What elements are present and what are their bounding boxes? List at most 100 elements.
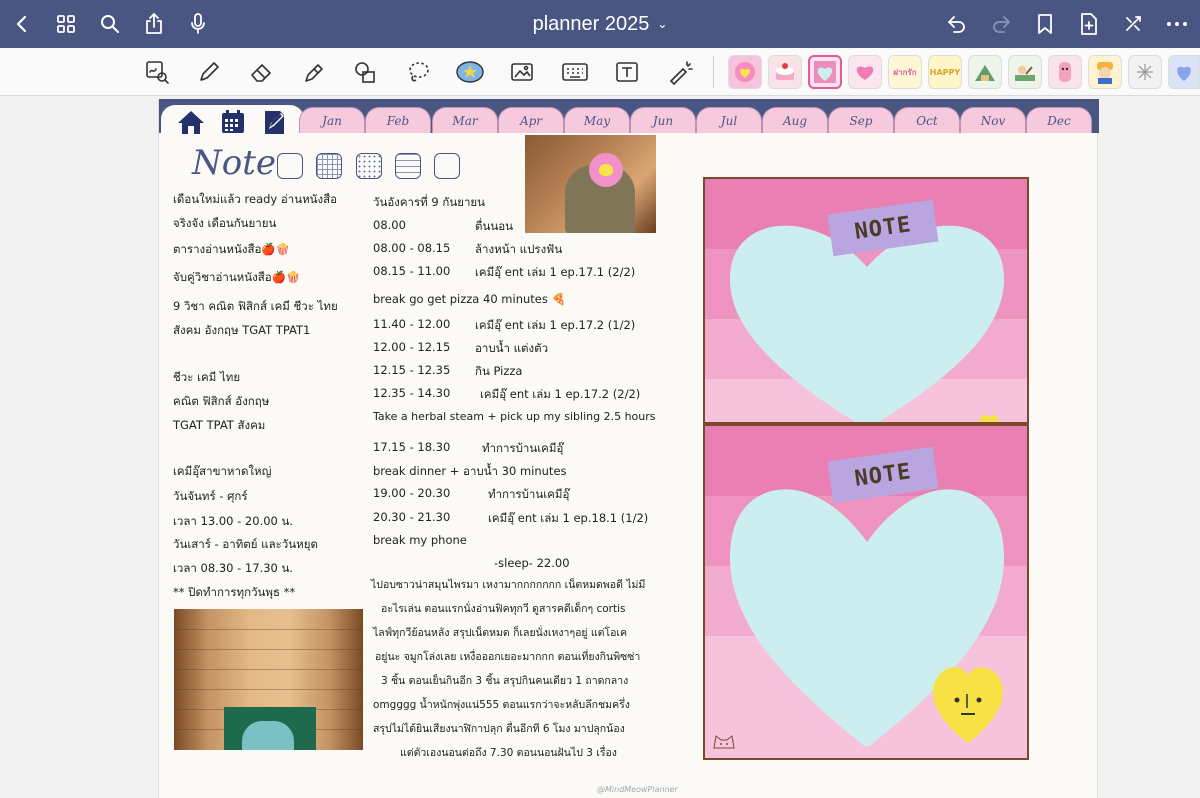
- undo-icon[interactable]: [943, 10, 971, 38]
- schedule-date: วันอังคารที่ 9 กันยายน: [373, 195, 485, 209]
- watermark: @MindMeowPlanner: [597, 785, 678, 794]
- sauna-room-photo[interactable]: [174, 609, 363, 750]
- sleep-time: -sleep- 22.00: [494, 556, 570, 570]
- schedule-time: 08.00 - 08.15: [373, 241, 451, 255]
- shapes-icon[interactable]: [349, 56, 381, 88]
- notebook-icon[interactable]: [261, 108, 289, 136]
- home-icon[interactable]: [177, 108, 205, 136]
- toolbar-separator: [713, 56, 714, 88]
- schedule-activity: ตื่นนอน: [475, 219, 513, 233]
- schedule-activity: อาบน้ำ แต่งตัว: [475, 341, 549, 355]
- sticker-thumb-2[interactable]: [768, 55, 802, 89]
- sauna-selfie-photo[interactable]: [525, 135, 656, 233]
- sticker-thumb-7[interactable]: [968, 55, 1002, 89]
- close-toolbar-icon[interactable]: [1119, 10, 1147, 38]
- template-grid[interactable]: [316, 153, 342, 179]
- drawing-toolbar: ฝากรัก HAPPY: [0, 48, 1200, 96]
- note-card-bottom[interactable]: NOTE: [703, 424, 1029, 760]
- sticker-thumb-3[interactable]: [808, 55, 842, 89]
- schedule-activity: กิน Pizza: [475, 364, 523, 378]
- schedule-time: 08.15 - 11.00: [373, 264, 451, 278]
- schedule-activity: เคมีอุ๊ ent เล่ม 1 ep.17.2 (1/2): [475, 318, 636, 332]
- add-page-icon[interactable]: [1075, 10, 1103, 38]
- tab-aug[interactable]: Aug: [762, 107, 828, 133]
- schedule-activity: ทำการบ้านเคมีอุ๊: [488, 487, 570, 501]
- tab-may[interactable]: May: [564, 107, 630, 133]
- left-note-line: เวลา 08.30 - 17.30 น.: [173, 561, 294, 575]
- eraser-icon[interactable]: [245, 56, 277, 88]
- schedule-activity: break dinner + อาบน้ำ 30 minutes: [373, 464, 567, 478]
- document-title[interactable]: planner 2025 ⌄: [0, 0, 1200, 48]
- left-note-line: TGAT TPAT สังคม: [173, 418, 266, 432]
- diary-line: แต่ตัวเองนอนต่อถึง 7.30 ตอนนอนฝันไป 3 เร…: [400, 747, 617, 759]
- template-blank[interactable]: [277, 153, 303, 179]
- schedule-time: 12.15 - 12.35: [373, 363, 451, 377]
- template-dotted[interactable]: [356, 153, 382, 179]
- tab-sep[interactable]: Sep: [828, 107, 894, 133]
- left-note-line: ** ปิดทำการทุกวันพุธ **: [173, 585, 296, 599]
- zoom-window-icon[interactable]: [141, 56, 173, 88]
- schedule-activity: ล้างหน้า แปรงฟัน: [475, 242, 563, 256]
- tab-mar[interactable]: Mar: [432, 107, 498, 133]
- photo-legs: [242, 721, 294, 750]
- diary-line: ไลฟ์ทุกวีย้อนหลัง สรุปเน็ตหมด ก็เลยนั่งเ…: [373, 627, 628, 639]
- highlighter-icon[interactable]: [297, 56, 329, 88]
- left-note-line: วันเสาร์ - อาทิตย์ และวันหยุด: [173, 537, 318, 551]
- diary-line: สรุปไม่ได้ยินเสียงนาฬิกาปลุก ตื่นอีกที 6…: [373, 723, 625, 735]
- tab-apr[interactable]: Apr: [498, 107, 564, 133]
- tab-dec[interactable]: Dec: [1026, 107, 1092, 133]
- template-lined[interactable]: [395, 153, 421, 179]
- lasso-icon[interactable]: [402, 56, 434, 88]
- sticker-thumb-1[interactable]: [728, 55, 762, 89]
- tab-jun[interactable]: Jun: [630, 107, 696, 133]
- calendar-icon[interactable]: [219, 108, 247, 136]
- yellow-heart-sticker-peek: [980, 415, 998, 422]
- schedule-activity: Take a herbal steam + pick up my sibling…: [373, 410, 656, 423]
- tab-feb[interactable]: Feb: [365, 107, 431, 133]
- diary-line: อยู่นะ จมูกโล่งเลย เหงื่อออกเยอะมากกก ตอ…: [375, 651, 641, 663]
- schedule-time: 11.40 - 12.00: [373, 317, 451, 331]
- note-heading: Note: [192, 143, 277, 183]
- redo-icon[interactable]: [987, 10, 1015, 38]
- bookmark-icon[interactable]: [1031, 10, 1059, 38]
- left-note-line: ตารางอ่านหนังสือ🍎🍿: [173, 242, 291, 256]
- sticker-thumb-4[interactable]: [848, 55, 882, 89]
- more-icon[interactable]: [1163, 10, 1191, 38]
- schedule-time: 08.00: [373, 218, 406, 232]
- document-title-text: planner 2025: [532, 12, 650, 35]
- schedule-activity: ทำการบ้านเคมีอุ๊: [482, 441, 564, 455]
- keyboard-icon[interactable]: [559, 56, 591, 88]
- sticker-thumb-10[interactable]: [1088, 55, 1122, 89]
- planner-page[interactable]: Jan Feb Mar Apr May Jun Jul Aug Sep Oct …: [158, 99, 1099, 798]
- tab-nov[interactable]: Nov: [960, 107, 1026, 133]
- tab-jul[interactable]: Jul: [696, 107, 762, 133]
- sticker-thumb-11[interactable]: [1128, 55, 1162, 89]
- tab-oct[interactable]: Oct: [894, 107, 960, 133]
- sticker-thumb-6[interactable]: HAPPY: [928, 55, 962, 89]
- sticker-thumb-9[interactable]: [1048, 55, 1082, 89]
- image-icon[interactable]: [506, 56, 538, 88]
- home-tab-group: [161, 105, 304, 135]
- pen-icon[interactable]: [193, 56, 225, 88]
- text-box-icon[interactable]: [611, 56, 643, 88]
- diary-line: omgggg น้ำหนักพุ่งแน่555 ตอนแรกว่าจะหลับ…: [373, 699, 630, 711]
- cat-doodle-icon: [713, 735, 735, 749]
- face-cover-sticker: [589, 153, 623, 187]
- left-note-line: ชีวะ เคมี ไทย: [173, 370, 241, 384]
- yellow-heart-face-sticker: [932, 667, 1004, 743]
- sticker-thumb-8[interactable]: [1008, 55, 1042, 89]
- schedule-activity: เคมีอุ๊ ent เล่ม 1 ep.17.1 (2/2): [475, 265, 636, 279]
- sticker-thumb-12[interactable]: [1168, 55, 1200, 89]
- diary-line: ไปอบซาวน่าสมุนไพรมา เหงามากกกกกกก เน็ตหม…: [371, 579, 646, 591]
- schedule-activity: break my phone: [373, 533, 467, 547]
- template-blank-2[interactable]: [434, 153, 460, 179]
- left-note-line: เวลา 13.00 - 20.00 น.: [173, 514, 294, 528]
- schedule-time: 19.00 - 20.30: [373, 486, 451, 500]
- laser-pointer-icon[interactable]: [664, 56, 696, 88]
- sticker-icon[interactable]: [454, 56, 486, 88]
- schedule-activity: break go get pizza 40 minutes 🍕: [373, 292, 566, 306]
- tab-jan[interactable]: Jan: [299, 107, 365, 133]
- top-bar: planner 2025 ⌄: [0, 0, 1200, 48]
- note-card-top[interactable]: NOTE: [703, 177, 1029, 424]
- sticker-thumb-5[interactable]: ฝากรัก: [888, 55, 922, 89]
